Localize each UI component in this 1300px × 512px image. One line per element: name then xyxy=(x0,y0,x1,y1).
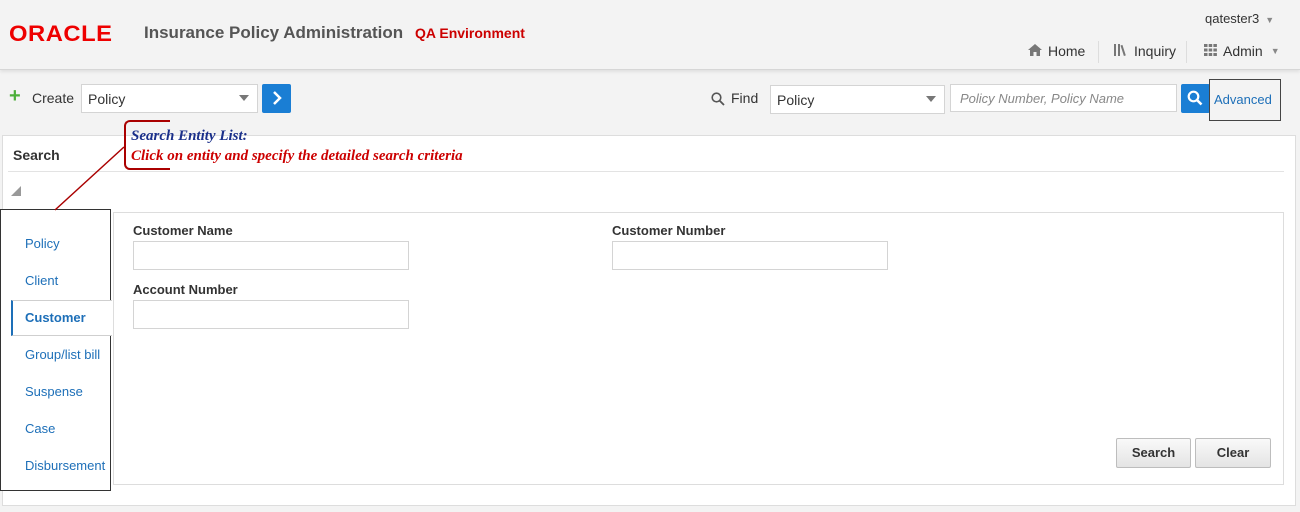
callout-title: Search Entity List: xyxy=(131,128,248,144)
callout-text: Click on entity and specify the detailed… xyxy=(131,148,463,164)
callout-leader-line xyxy=(54,146,125,211)
